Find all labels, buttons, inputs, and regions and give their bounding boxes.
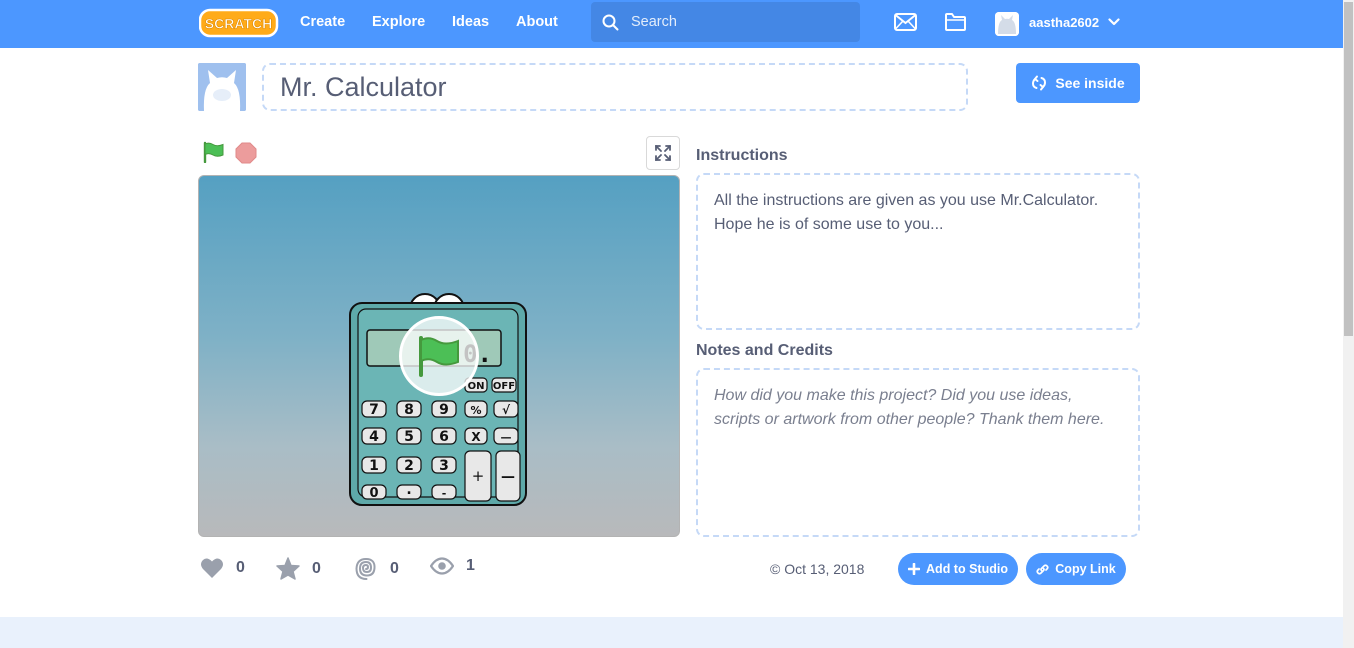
stop-icon[interactable]	[235, 142, 257, 164]
key-2: 2	[404, 458, 414, 474]
key-sqrt: √	[502, 403, 511, 417]
instructions-field[interactable]: All the instructions are given as you us…	[696, 173, 1140, 330]
love-stat[interactable]: 0	[200, 557, 245, 579]
instructions-heading: Instructions	[696, 147, 788, 164]
search-icon	[602, 14, 619, 31]
notes-field[interactable]: How did you make this project? Did you u…	[696, 368, 1140, 537]
scrollbar-thumb[interactable]	[1344, 2, 1353, 336]
key-9: 9	[439, 402, 449, 418]
key-dot: .	[406, 482, 411, 498]
remix-count: 0	[390, 560, 399, 577]
see-inside-button[interactable]: See inside	[1016, 63, 1140, 103]
view-stat: 1	[430, 557, 475, 575]
key-multiply: X	[471, 430, 481, 444]
favorite-count: 0	[312, 559, 321, 577]
nav-about[interactable]: About	[516, 13, 558, 31]
nav-explore[interactable]: Explore	[372, 13, 425, 31]
key-minus-tall: —	[501, 469, 515, 485]
spiral-icon	[355, 557, 376, 580]
key-4: 4	[369, 429, 379, 445]
add-to-studio-label: Add to Studio	[926, 562, 1008, 576]
favorite-stat[interactable]: 0	[276, 557, 321, 580]
key-6: 6	[439, 429, 449, 445]
key-5: 5	[404, 429, 414, 445]
heart-icon	[201, 558, 223, 578]
key-percent: %	[470, 404, 481, 417]
notes-heading: Notes and Credits	[696, 342, 833, 359]
key-1: 1	[369, 458, 379, 474]
top-navbar: SCRATCH Create Explore Ideas About aasth…	[0, 0, 1343, 48]
green-flag-icon[interactable]	[202, 141, 226, 163]
see-inside-label: See inside	[1055, 75, 1125, 91]
add-to-studio-button[interactable]: Add to Studio	[898, 553, 1018, 585]
eye-icon	[430, 557, 454, 575]
key-0: 0	[369, 486, 378, 501]
key-8: 8	[404, 402, 414, 418]
plus-icon	[908, 563, 921, 575]
project-stage[interactable]: 0. ON OFF 7 8 9 % √ 4 5 6 X — 1 2 3 + — …	[198, 175, 680, 537]
search-box	[591, 2, 860, 42]
key-minus-top: —	[501, 431, 512, 444]
key-minus-bottom: -	[442, 487, 447, 500]
page-scrollbar[interactable]	[1343, 0, 1354, 648]
fullscreen-icon	[655, 145, 671, 161]
folder-icon[interactable]	[944, 12, 967, 32]
project-author-avatar[interactable]	[198, 63, 246, 111]
nav-create[interactable]: Create	[300, 13, 345, 31]
remix-stat: 0	[354, 557, 399, 581]
scratch-logo[interactable]: SCRATCH	[198, 8, 279, 38]
key-3: 3	[439, 458, 449, 474]
love-count: 0	[236, 559, 245, 576]
key-7: 7	[369, 402, 379, 418]
footer-band	[0, 617, 1343, 648]
nav-ideas[interactable]: Ideas	[452, 13, 489, 31]
key-on: ON	[468, 381, 485, 392]
copy-link-label: Copy Link	[1055, 562, 1116, 576]
key-plus: +	[472, 467, 485, 485]
copy-link-button[interactable]: Copy Link	[1026, 553, 1126, 585]
green-flag-icon	[419, 336, 459, 377]
search-input[interactable]	[631, 2, 851, 42]
chevron-down-icon[interactable]	[1108, 18, 1120, 26]
username[interactable]: aastha2602	[1029, 15, 1099, 30]
mail-icon[interactable]	[894, 13, 917, 31]
user-avatar[interactable]	[995, 12, 1019, 36]
fullscreen-button[interactable]	[646, 136, 680, 170]
star-icon	[276, 557, 300, 580]
logo-text: SCRATCH	[205, 16, 272, 32]
view-count: 1	[466, 557, 475, 574]
start-overlay-button[interactable]	[399, 316, 479, 396]
key-off: OFF	[493, 381, 515, 392]
link-icon	[1036, 563, 1049, 575]
share-date: © Oct 13, 2018	[770, 561, 865, 577]
project-title-field[interactable]: Mr. Calculator	[262, 63, 968, 111]
remix-icon	[1032, 75, 1047, 91]
